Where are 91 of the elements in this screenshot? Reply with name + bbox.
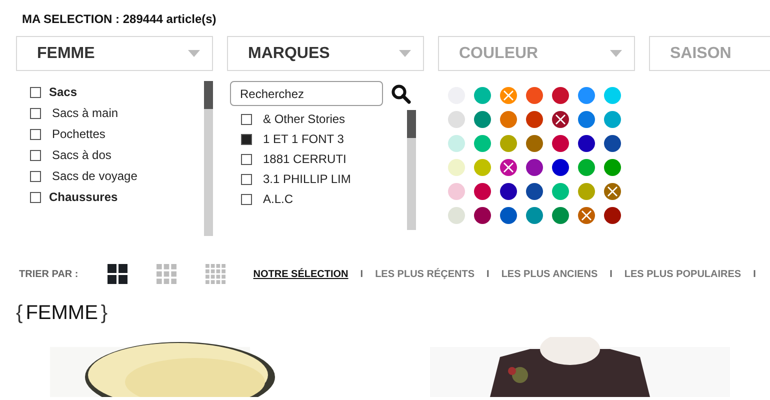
color-swatch[interactable]: [474, 135, 491, 152]
color-swatch[interactable]: [604, 111, 621, 128]
caret-icon: [399, 50, 411, 57]
color-swatch[interactable]: [604, 87, 621, 104]
color-swatch[interactable]: [604, 159, 621, 176]
sort-label: TRIER PAR :: [19, 268, 78, 280]
brand-label[interactable]: 1881 CERRUTI: [263, 152, 346, 166]
color-swatch[interactable]: [578, 183, 595, 200]
color-swatch[interactable]: [552, 111, 569, 128]
color-swatch[interactable]: [474, 207, 491, 224]
color-swatch[interactable]: [474, 111, 491, 128]
category-label[interactable]: Sacs: [49, 85, 78, 99]
checkbox[interactable]: [30, 170, 41, 182]
color-swatch[interactable]: [448, 159, 465, 176]
sort-link[interactable]: LES PLUS POPULAIRES: [624, 268, 742, 280]
section-title: FEMME: [26, 302, 98, 325]
checkbox[interactable]: [241, 194, 252, 204]
color-swatch[interactable]: [500, 207, 517, 224]
color-swatch[interactable]: [448, 135, 465, 152]
checkbox[interactable]: [30, 108, 41, 118]
brand-label[interactable]: & Other Stories: [263, 112, 346, 126]
color-swatch[interactable]: [552, 183, 569, 200]
category-label[interactable]: Chaussures: [49, 190, 118, 204]
category-label[interactable]: Sacs à dos: [52, 148, 112, 162]
color-swatch[interactable]: [578, 159, 595, 176]
category-label[interactable]: Pochettes: [52, 127, 106, 141]
color-swatch[interactable]: [526, 87, 543, 104]
brand-label[interactable]: 3.1 PHILLIP LIM: [263, 172, 351, 186]
color-swatch[interactable]: [604, 207, 621, 224]
color-swatch[interactable]: [552, 87, 569, 104]
color-swatch[interactable]: [604, 183, 621, 200]
search-icon[interactable]: [391, 84, 411, 104]
grid-view-icon: [106, 264, 130, 284]
checkbox[interactable]: [241, 114, 252, 124]
category-label[interactable]: Sacs à main: [52, 106, 118, 120]
color-swatch[interactable]: [448, 207, 465, 224]
color-swatch[interactable]: [500, 111, 517, 128]
sort-link[interactable]: LES PLUS ANCIENS: [501, 268, 598, 280]
selection-count: MA SELECTION : 289444 article(s): [21, 11, 218, 26]
filter-dropdown[interactable]: MARQUES: [227, 36, 424, 71]
separator: I: [360, 268, 364, 280]
color-swatch[interactable]: [526, 207, 543, 224]
color-swatch[interactable]: [526, 135, 543, 152]
color-swatch[interactable]: [500, 183, 517, 200]
brand-label[interactable]: A.L.C: [263, 192, 294, 206]
checkbox[interactable]: [241, 134, 252, 144]
color-swatch[interactable]: [448, 111, 465, 128]
brace: {: [16, 302, 23, 325]
color-swatch[interactable]: [526, 111, 543, 128]
color-swatch[interactable]: [500, 87, 517, 104]
category-label[interactable]: Sacs de voyage: [52, 169, 138, 183]
brace: }: [100, 302, 108, 325]
view-toggle[interactable]: [204, 264, 228, 284]
checkbox[interactable]: [241, 174, 252, 184]
color-swatch[interactable]: [526, 183, 543, 200]
scrollbar[interactable]: [407, 110, 416, 230]
checkbox[interactable]: [241, 154, 252, 164]
checkbox[interactable]: [30, 150, 41, 160]
color-swatch[interactable]: [474, 87, 491, 104]
color-swatch[interactable]: [552, 135, 569, 152]
color-swatch[interactable]: [604, 135, 621, 152]
color-swatch[interactable]: [552, 159, 569, 176]
grid-view-icon: [155, 264, 178, 284]
color-swatch[interactable]: [448, 183, 465, 200]
color-swatch[interactable]: [578, 135, 595, 152]
scrollbar[interactable]: [204, 81, 213, 236]
sort-link[interactable]: LES PLUS RÉÇENTS: [375, 268, 475, 280]
color-swatch[interactable]: [500, 159, 517, 176]
filter-dropdown[interactable]: FEMME: [16, 36, 213, 71]
separator: I: [753, 268, 756, 280]
separator: I: [610, 268, 612, 280]
color-swatch[interactable]: [578, 111, 595, 128]
caret-icon: [188, 50, 200, 57]
color-swatch[interactable]: [578, 207, 595, 224]
grid-view-icon: [204, 264, 228, 284]
caret-icon: [610, 50, 622, 57]
color-swatch[interactable]: [474, 159, 491, 176]
sort-link[interactable]: NOTRE SÉLECTION: [253, 268, 348, 280]
checkbox[interactable]: [30, 128, 41, 140]
view-toggle[interactable]: [155, 264, 178, 284]
view-toggle[interactable]: [106, 264, 130, 284]
separator: I: [486, 268, 490, 280]
color-swatch[interactable]: [474, 183, 491, 200]
search-field[interactable]: Recherchez: [230, 81, 383, 106]
color-swatch[interactable]: [500, 135, 517, 152]
checkbox[interactable]: [30, 192, 41, 202]
color-swatch[interactable]: [526, 159, 543, 176]
color-swatch[interactable]: [552, 207, 569, 224]
checkbox[interactable]: [30, 86, 41, 98]
color-swatch[interactable]: [578, 87, 595, 104]
brand-label[interactable]: 1 ET 1 FONT 3: [263, 132, 344, 146]
